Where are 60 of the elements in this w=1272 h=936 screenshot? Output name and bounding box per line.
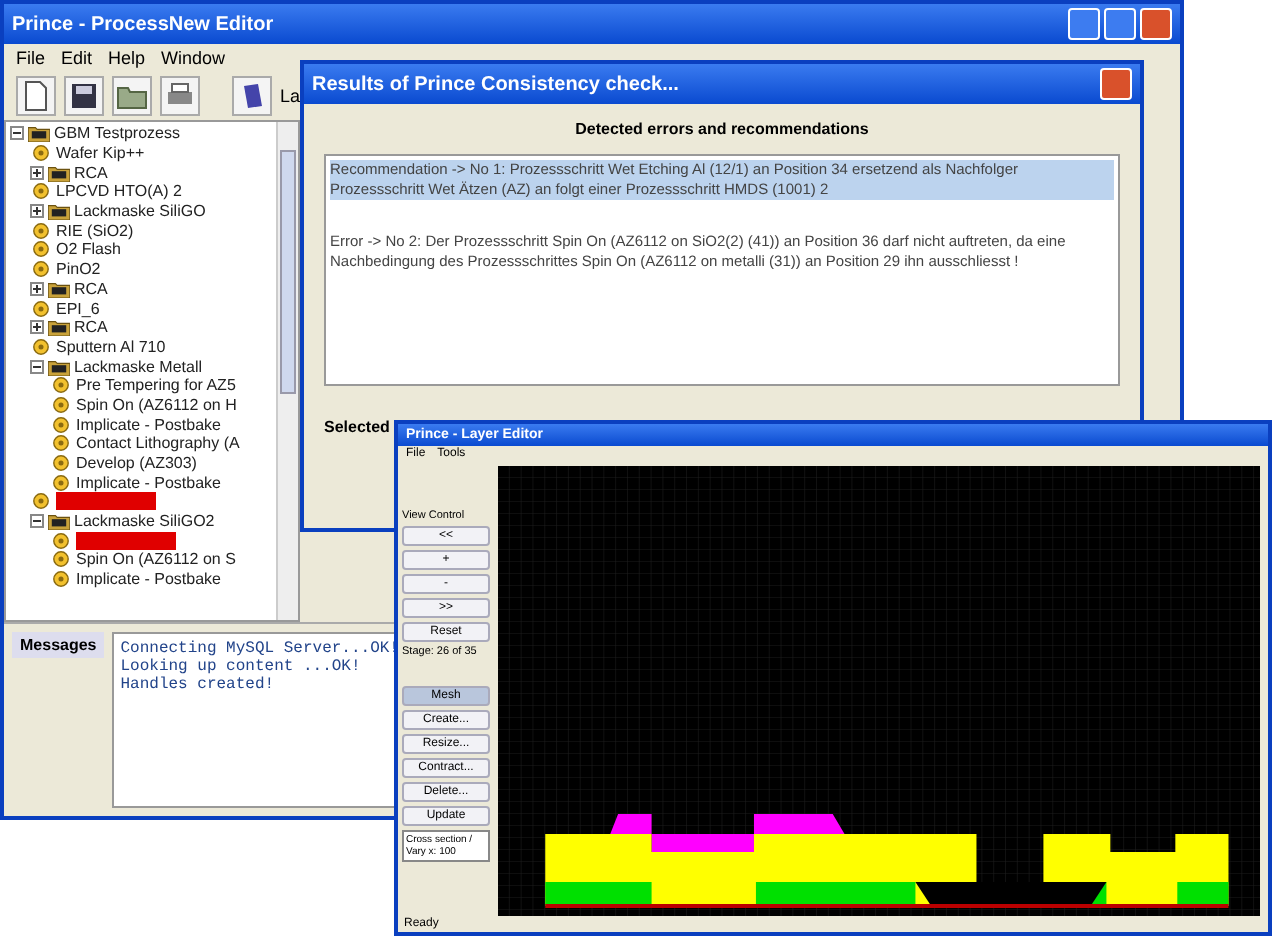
expander-icon[interactable] — [30, 514, 44, 529]
messages-tab[interactable]: Messages — [12, 632, 105, 658]
tree-item[interactable]: EPI_6 — [56, 299, 100, 318]
menu-item[interactable]: Edit — [61, 48, 93, 68]
tree-item[interactable]: Develop (AZ303) — [76, 454, 197, 473]
log-line: Connecting MySQL Server...OK! — [120, 640, 399, 658]
section-heading: Detected errors and recommendations — [573, 118, 871, 142]
printer-icon[interactable] — [160, 76, 200, 116]
maximize-button[interactable] — [1104, 8, 1136, 40]
tree-item[interactable]: Spin On (AZ6112 on H — [76, 395, 237, 414]
tree-item[interactable]: Implicate - Postbake — [76, 415, 221, 434]
tree-item[interactable]: RCA — [74, 279, 108, 298]
folder-icon — [48, 357, 70, 376]
expander-icon[interactable] — [30, 204, 44, 219]
tree-item[interactable]: Sputtern Al 710 — [56, 337, 166, 356]
tree-item[interactable]: PinO2 — [56, 260, 101, 279]
expander-icon[interactable] — [30, 165, 44, 180]
log-line: Looking up content ...OK! — [120, 658, 361, 676]
folder-icon — [48, 512, 70, 531]
tree-item[interactable]: O2 Flash — [56, 240, 121, 259]
menu-item[interactable]: Window — [161, 48, 226, 68]
window-title: Results of Prince Consistency check... — [312, 73, 679, 95]
tree-item[interactable]: LPCVD HTO(A) 2 — [56, 182, 182, 201]
tree-item[interactable]: Lackmaske SiliGO — [74, 202, 206, 221]
tree-item[interactable]: GBM Testprozess — [54, 124, 180, 143]
scrollbar[interactable] — [276, 122, 298, 620]
close-button[interactable] — [1140, 8, 1172, 40]
save-icon[interactable] — [64, 76, 104, 116]
expander-icon[interactable] — [10, 126, 24, 141]
error-highlight[interactable] — [76, 531, 176, 550]
new-document-icon[interactable] — [16, 76, 56, 116]
folder-icon — [48, 202, 70, 221]
tree-item[interactable]: Contact Lithography (A — [76, 434, 240, 453]
tree-item[interactable]: RCA — [74, 163, 108, 182]
tree-item[interactable]: Pre Tempering for AZ5 — [76, 376, 236, 395]
toolbar-label[interactable]: La — [280, 86, 301, 106]
menu-item[interactable]: Help — [108, 48, 146, 68]
window-title: Prince - ProcessNew Editor — [12, 13, 274, 35]
folder-icon — [48, 163, 70, 182]
folder-icon — [28, 124, 50, 143]
tree-item[interactable]: RCA — [74, 318, 108, 337]
minimize-button[interactable] — [1068, 8, 1100, 40]
expander-icon[interactable] — [30, 320, 44, 335]
tree-item[interactable]: Wafer Kip++ — [56, 144, 145, 163]
tree-item[interactable]: RIE (SiO2) — [56, 221, 134, 240]
folder-icon — [48, 318, 70, 337]
folder-icon — [48, 279, 70, 298]
close-button[interactable] — [1100, 68, 1132, 100]
folder-icon[interactable] — [112, 76, 152, 116]
tree-item[interactable]: Spin On (AZ6112 on S — [76, 550, 236, 569]
tree-item[interactable]: Lackmaske Metall — [74, 357, 203, 376]
menu-item[interactable]: File — [16, 48, 46, 68]
expander-icon[interactable] — [30, 281, 44, 296]
tree-item[interactable]: Implicate - Postbake — [76, 473, 221, 492]
expander-icon[interactable] — [30, 359, 44, 374]
field-label: Selected — [324, 418, 390, 436]
log-line: Handles created! — [120, 676, 275, 694]
tree-item[interactable]: Implicate - Postbake — [76, 570, 221, 589]
tree-item[interactable]: Lackmaske SiliGO2 — [74, 512, 215, 531]
error-highlight[interactable] — [56, 492, 156, 511]
